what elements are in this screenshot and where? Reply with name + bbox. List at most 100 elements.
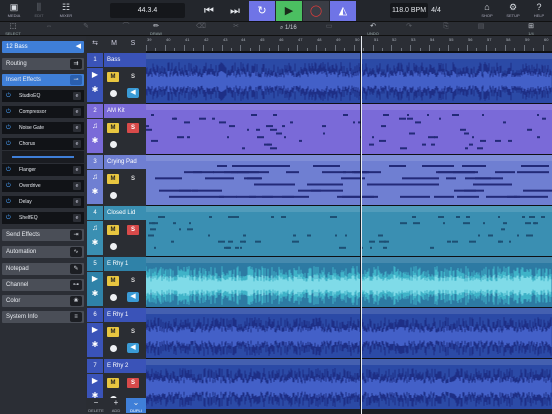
monitor-icon[interactable]: ◀ xyxy=(127,88,139,98)
metronome-button[interactable]: ◭ xyxy=(330,1,356,21)
section-channel[interactable]: Channel ⊶ xyxy=(2,279,84,291)
track-header[interactable]: 3 Crying Pad ♫ ✱ M S xyxy=(86,154,146,205)
track-lane[interactable] xyxy=(146,307,552,358)
fx-slot[interactable]: ⏻ Overdrive e xyxy=(2,180,84,192)
section-color[interactable]: Color ❀ xyxy=(2,295,84,307)
track-name[interactable]: Closed Lid xyxy=(104,206,146,220)
play-button[interactable]: ▶ xyxy=(276,1,302,21)
section-notepad[interactable]: Notepad ✎ xyxy=(2,263,84,275)
fx-slot[interactable]: ⏻ Noise Gate e xyxy=(2,122,84,134)
inspector-track-title[interactable]: 12 Bass ◀ xyxy=(2,41,84,53)
solo-all-button[interactable]: S xyxy=(127,39,139,49)
power-icon[interactable]: ⏻ xyxy=(6,180,11,192)
track-lane[interactable] xyxy=(146,103,552,154)
tool-paste[interactable]: ▤ xyxy=(470,23,492,31)
tool-pencil[interactable]: ✎ xyxy=(75,23,97,31)
fx-icon[interactable]: ✱ xyxy=(87,340,103,349)
zoom-control[interactable]: ⌕ 1/16 xyxy=(280,25,297,32)
record-arm-button[interactable] xyxy=(110,90,117,97)
mute-button[interactable]: M xyxy=(107,276,119,286)
tool-select[interactable]: ⬚ SELECT xyxy=(2,23,24,36)
record-arm-button[interactable] xyxy=(110,345,117,352)
tool-erase[interactable]: ⌫ xyxy=(190,23,212,31)
tool-quantize[interactable]: ▭ xyxy=(318,23,340,31)
help-button[interactable]: ? HELP xyxy=(527,2,551,20)
mute-button[interactable]: M xyxy=(107,174,119,184)
track-lane[interactable] xyxy=(146,205,552,256)
mixer-button[interactable]: ☷ MIXER xyxy=(54,2,78,20)
edit-fx-icon[interactable]: e xyxy=(73,214,81,222)
power-icon[interactable]: ⏻ xyxy=(6,122,11,134)
playhead[interactable] xyxy=(361,36,362,414)
power-icon[interactable]: ⏻ xyxy=(6,90,11,102)
edit-fx-icon[interactable]: e xyxy=(73,108,81,116)
solo-button[interactable]: S xyxy=(127,276,139,286)
undo-button[interactable]: ↶ UNDO xyxy=(362,23,384,36)
track-name[interactable]: E Rhy 2 xyxy=(104,359,146,373)
fx-slot[interactable]: ⏻ Compressor e xyxy=(2,106,84,118)
track-view-icon[interactable]: ⇆ xyxy=(89,39,101,49)
edit-fx-icon[interactable]: e xyxy=(73,166,81,174)
section-insert-effects[interactable]: Insert Effects ⊸ xyxy=(2,74,84,86)
track-name[interactable]: AM Kit xyxy=(104,104,146,118)
fx-icon[interactable]: ✱ xyxy=(87,136,103,145)
position-display[interactable]: 44.3.4 xyxy=(110,3,185,18)
mute-button[interactable]: M xyxy=(107,72,119,82)
media-button[interactable]: ▣ MEDIA xyxy=(2,2,26,20)
fx-divider[interactable] xyxy=(2,151,84,163)
section-routing[interactable]: Routing ⇉ xyxy=(2,58,84,70)
power-icon[interactable]: ⏻ xyxy=(6,196,11,208)
tool-glue[interactable]: ⌒ xyxy=(115,23,137,31)
add-track-button[interactable]: + ADD xyxy=(106,398,126,413)
loop-button[interactable]: ↻ xyxy=(249,1,275,21)
timeline-ruler[interactable]: 39 40 41 42 43 44 45 46 47 48 49 50 51 52 53 54 55 56 57 58… xyxy=(146,36,552,52)
mute-button[interactable]: M xyxy=(107,327,119,337)
track-lane[interactable] xyxy=(146,52,552,103)
fx-icon[interactable]: ✱ xyxy=(87,187,103,196)
mute-button[interactable]: M xyxy=(107,378,119,388)
solo-button[interactable]: S xyxy=(127,123,139,133)
shop-button[interactable]: ⌂ SHOP xyxy=(475,2,499,20)
forward-button[interactable]: ⏭ xyxy=(222,1,248,21)
track-header[interactable]: 5E Rhy 1 ▶ ✱ M S ◀ xyxy=(86,256,146,307)
tool-draw[interactable]: ✏ DRAW xyxy=(145,23,167,36)
record-arm-button[interactable] xyxy=(110,192,117,199)
signature-display[interactable]: 4/4 xyxy=(428,3,444,18)
track-header[interactable]: 4 Closed Lid ♫ ✱ M S xyxy=(86,205,146,256)
duplicate-track-button[interactable]: ⌄ DUPLI xyxy=(126,398,146,413)
fx-slot[interactable]: ⏻ Chorus e xyxy=(2,138,84,150)
edit-fx-icon[interactable]: e xyxy=(73,124,81,132)
track-lane[interactable] xyxy=(146,154,552,205)
tempo-display[interactable]: 118.0 BPM xyxy=(390,3,428,18)
track-lane[interactable] xyxy=(146,256,552,307)
fx-slot[interactable]: ⏻ ShelfEQ e xyxy=(2,212,84,224)
grid-button[interactable]: ⊞ 1/4 xyxy=(520,23,542,36)
fx-slot[interactable]: ⏻ Delay e xyxy=(2,196,84,208)
section-send-effects[interactable]: Send Effects ⇥ xyxy=(2,229,84,241)
rewind-button[interactable]: ⏮ xyxy=(196,1,222,21)
tool-split[interactable]: ✂ xyxy=(225,23,247,31)
fx-icon[interactable]: ✱ xyxy=(87,85,103,94)
track-header[interactable]: 2 AM Kit ♫ ✱ M S xyxy=(86,103,146,154)
solo-button[interactable]: S xyxy=(127,225,139,235)
solo-button[interactable]: S xyxy=(127,174,139,184)
monitor-icon[interactable]: ◀ xyxy=(127,343,139,353)
mute-button[interactable]: M xyxy=(107,225,119,235)
track-header[interactable]: 6E Rhy 1 ▶ ✱ M S ◀ xyxy=(86,307,146,358)
monitor-icon[interactable]: ◀ xyxy=(127,292,139,302)
collapse-icon[interactable]: ◀ xyxy=(76,41,81,53)
power-icon[interactable]: ⏻ xyxy=(6,212,11,224)
setup-button[interactable]: ⚙ SETUP xyxy=(501,2,525,20)
track-name[interactable]: Bass xyxy=(104,53,146,67)
solo-button[interactable]: S xyxy=(127,378,139,388)
record-arm-button[interactable] xyxy=(110,243,117,250)
track-header[interactable]: 1 Bass ▶ ✱ M S ◀ xyxy=(86,52,146,103)
record-arm-button[interactable] xyxy=(110,141,117,148)
section-automation[interactable]: Automation ∿ xyxy=(2,246,84,258)
power-icon[interactable]: ⏻ xyxy=(6,138,11,150)
record-arm-button[interactable] xyxy=(110,294,117,301)
edit-fx-icon[interactable]: e xyxy=(73,92,81,100)
fx-slot[interactable]: ⏻ Flanger e xyxy=(2,164,84,176)
section-system-info[interactable]: System Info ≡ xyxy=(2,311,84,323)
tool-range[interactable]: ⇔ xyxy=(38,23,60,31)
